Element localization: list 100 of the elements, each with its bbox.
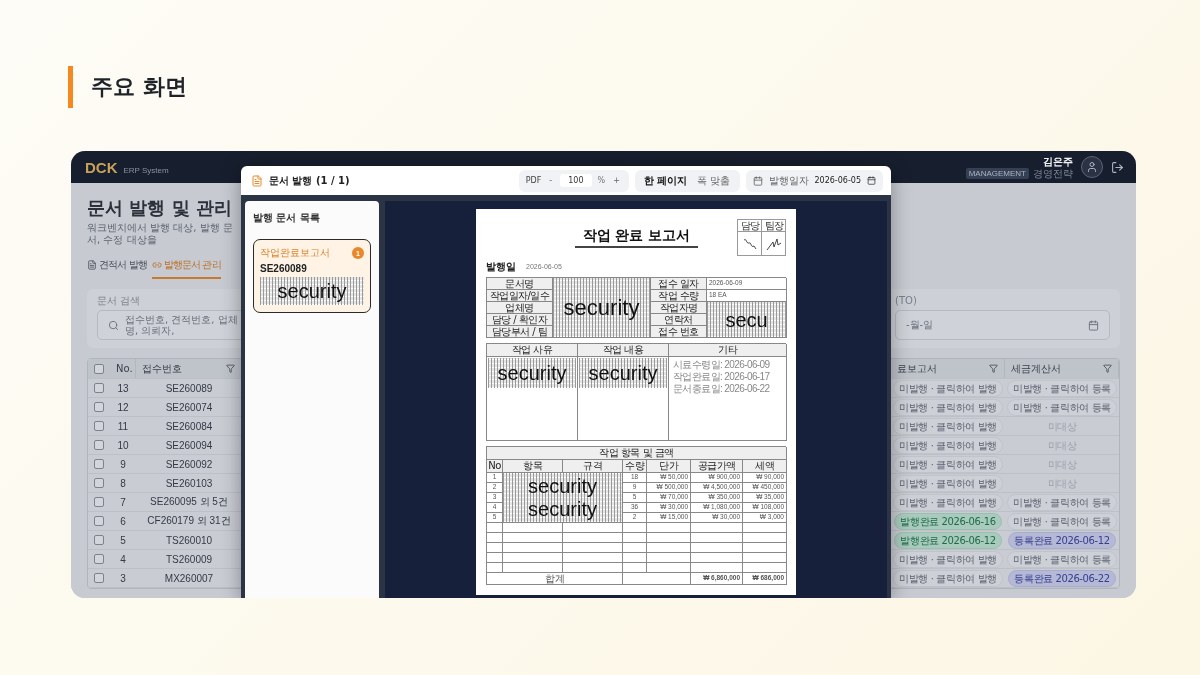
tab[interactable]: 견적서 발행: [87, 254, 147, 279]
checkbox[interactable]: [94, 535, 104, 545]
table-cell-text: SE260094: [164, 439, 214, 451]
table-cell-text: 11: [116, 420, 130, 432]
issue-date-field[interactable]: 발행일자 2026-06-05: [745, 169, 883, 192]
checkbox[interactable]: [94, 497, 104, 507]
column-header: 공급가액: [691, 460, 743, 473]
table-cell-text: TS260009: [164, 553, 214, 565]
filter-icon[interactable]: [1103, 364, 1112, 373]
status-pill: 발행완료 2026-06-16: [894, 512, 1002, 530]
checkbox[interactable]: [94, 402, 104, 412]
table-title: 작업 항목 및 금액: [487, 447, 787, 460]
table-cell-text: 4: [119, 553, 127, 565]
redaction-label: security: [260, 277, 364, 305]
unit-label: %: [597, 176, 606, 185]
status-pill[interactable]: 미발행 · 클릭하여 등록: [1007, 512, 1117, 530]
table-cell-text: SE260103: [164, 477, 214, 489]
filter-icon[interactable]: [226, 364, 235, 373]
checkbox[interactable]: [94, 440, 104, 450]
approval-role: 팀장: [762, 220, 786, 232]
section-heading: 주요 화면: [91, 73, 187, 101]
avatar-icon[interactable]: [1081, 156, 1103, 178]
document-title: 작업 완료 보고서: [574, 227, 699, 248]
page-subtitle: 워크벤치에서 발행 대상, 발행 문서, 수정 대상을: [87, 222, 234, 246]
table-cell: 담당부서 / 팀: [487, 326, 553, 338]
note-text: 문서종료일: 2026-06-22: [673, 383, 770, 394]
column-header: No.: [110, 359, 136, 378]
zoom-field[interactable]: 100: [560, 174, 592, 187]
table-cell-text: 9: [119, 458, 127, 470]
logout-icon[interactable]: [1111, 160, 1124, 174]
table-cell-text: CF260179 외 31건: [146, 514, 232, 528]
view-mode-button[interactable]: 폭 맞춤: [695, 173, 733, 188]
department-label: 경영전략: [1033, 167, 1073, 179]
search-icon: [108, 319, 119, 331]
table-cell-text: 3: [119, 572, 127, 584]
column-header: 단가: [647, 460, 691, 473]
view-mode-button[interactable]: 한 페이지: [641, 173, 690, 188]
table-cell-text: 6: [119, 515, 127, 527]
dialog-title: 문서 발행 (1 / 1): [269, 173, 351, 188]
status-pill[interactable]: 미발행 · 클릭하여 발행: [893, 398, 1003, 416]
status-pill[interactable]: 미발행 · 클릭하여 등록: [1007, 398, 1117, 416]
table-cell-text: 10: [116, 439, 130, 451]
column-header: 작업 사유: [487, 344, 578, 357]
checkbox[interactable]: [94, 421, 104, 431]
status-pill[interactable]: 미발행 · 클릭하여 등록: [1007, 493, 1117, 511]
status-pill[interactable]: 미발행 · 클릭하여 발행: [893, 474, 1003, 492]
table-cell: 접수 일자: [651, 278, 707, 290]
note-text: 시료수령일: 2026-06-09: [673, 359, 770, 370]
checkbox[interactable]: [94, 459, 104, 469]
table-cell: 작업자명: [651, 302, 707, 314]
filter-icon[interactable]: [989, 364, 998, 373]
calendar-icon: [752, 175, 763, 186]
format-label: PDF: [525, 176, 542, 185]
column-header: 작업 내용: [578, 344, 669, 357]
redacted-text: security: [528, 474, 597, 498]
table-cell: 문서명: [487, 278, 553, 290]
table-cell-text: 13: [116, 382, 130, 394]
table-cell: 합계: [487, 573, 623, 585]
date-field[interactable]: -월-일: [895, 310, 1110, 340]
status-pill[interactable]: 미발행 · 클릭하여 발행: [893, 550, 1003, 568]
checkbox[interactable]: [94, 363, 104, 374]
table-cell-text: 7: [119, 496, 127, 508]
table-cell-text: TS260010: [164, 534, 214, 546]
calendar-icon: [867, 176, 876, 185]
status-pill[interactable]: 미발행 · 클릭하여 등록: [1007, 550, 1117, 568]
redaction-label: security: [553, 278, 651, 338]
redaction-label: security: [488, 358, 576, 388]
table-cell-text: 12: [116, 401, 130, 413]
logo-subtitle: ERP System: [123, 165, 169, 175]
checkbox[interactable]: [94, 573, 104, 583]
zoom-in-button[interactable]: +: [611, 176, 622, 185]
checkbox[interactable]: [94, 383, 104, 393]
document-icon: [251, 174, 263, 187]
column-header: 세금계산서: [1005, 359, 1119, 378]
issue-date-label: 발행일: [486, 261, 516, 272]
status-pill: 등록완료 2026-06-12: [1008, 531, 1116, 549]
logo: DCK: [85, 158, 118, 176]
status-pill[interactable]: 미발행 · 클릭하여 발행: [893, 379, 1003, 397]
table-cell: 업체명: [487, 302, 553, 314]
tab[interactable]: 발행문서 관리: [151, 254, 221, 279]
checkbox[interactable]: [94, 554, 104, 564]
role-badge: MANAGEMENT: [965, 167, 1029, 179]
field-label: 문서 검색: [97, 295, 141, 307]
status-pill: 발행완료 2026-06-12: [894, 531, 1002, 549]
table-cell: 작업일자/일수: [487, 290, 553, 302]
checkbox[interactable]: [94, 516, 104, 526]
status-pill[interactable]: 미발행 · 클릭하여 발행: [893, 569, 1003, 587]
table-cell-text: SE260074: [164, 401, 214, 413]
table-cell-text: SE260095 외 5건: [149, 495, 229, 509]
status-pill[interactable]: 미발행 · 클릭하여 등록: [1007, 379, 1117, 397]
table-cell-text: MX260007: [163, 572, 215, 584]
table-cell: 담당 / 확인자: [487, 314, 553, 326]
column-header: No: [487, 460, 503, 473]
status-pill[interactable]: 미발행 · 클릭하여 발행: [893, 417, 1003, 435]
checkbox[interactable]: [94, 478, 104, 488]
status-pill[interactable]: 미발행 · 클릭하여 발행: [893, 455, 1003, 473]
receipt-number: SE260089: [260, 263, 308, 274]
zoom-out-button[interactable]: -: [547, 176, 555, 185]
status-pill[interactable]: 미발행 · 클릭하여 발행: [893, 436, 1003, 454]
status-pill[interactable]: 미발행 · 클릭하여 발행: [893, 493, 1003, 511]
